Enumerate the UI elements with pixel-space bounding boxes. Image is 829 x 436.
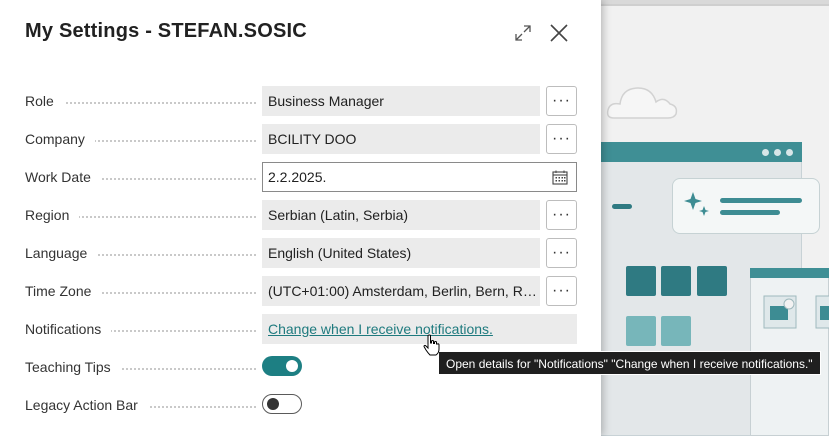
setting-row-work-date: Work Date 2.2.2025. xyxy=(25,162,577,192)
box-icon xyxy=(815,295,829,329)
illustration-tile xyxy=(661,316,691,346)
illustration-card-bar xyxy=(600,142,802,162)
illustration-line xyxy=(720,198,802,203)
notifications-label: Notifications xyxy=(25,321,112,337)
close-button[interactable] xyxy=(546,20,572,46)
region-label: Region xyxy=(25,207,80,223)
illustration-tile xyxy=(697,266,727,296)
expand-button[interactable] xyxy=(510,20,536,46)
setting-row-language: Language English (United States) ··· xyxy=(25,238,577,268)
expand-icon xyxy=(515,25,531,41)
notifications-tooltip: Open details for "Notifications" "Change… xyxy=(438,351,821,375)
teaching-tips-toggle[interactable] xyxy=(262,356,302,376)
time-zone-label: Time Zone xyxy=(25,283,102,299)
box-icon xyxy=(763,295,797,329)
region-lookup-button[interactable]: ··· xyxy=(546,200,577,230)
work-date-value: 2.2.2025. xyxy=(268,169,327,185)
work-date-label: Work Date xyxy=(25,169,101,185)
sparkle-icon xyxy=(684,192,709,216)
time-zone-lookup-button[interactable]: ··· xyxy=(546,276,577,306)
illustration-panel-bar xyxy=(750,268,829,278)
role-label: Role xyxy=(25,93,64,109)
illustration-dot xyxy=(786,149,793,156)
setting-row-region: Region Serbian (Latin, Serbia) ··· xyxy=(25,200,577,230)
illustration-dot xyxy=(762,149,769,156)
notifications-field: Change when I receive notifications. xyxy=(262,314,577,344)
company-label: Company xyxy=(25,131,95,147)
region-field[interactable]: Serbian (Latin, Serbia) xyxy=(262,200,540,230)
cloud-illustration xyxy=(606,87,678,119)
teaching-tips-label: Teaching Tips xyxy=(25,359,121,375)
illustration-tile xyxy=(661,266,691,296)
language-field[interactable]: English (United States) xyxy=(262,238,540,268)
setting-row-role: Role Business Manager ··· xyxy=(25,86,577,116)
company-field[interactable]: BCILITY DOO xyxy=(262,124,540,154)
calendar-icon[interactable] xyxy=(552,170,568,185)
legacy-action-bar-label: Legacy Action Bar xyxy=(25,397,148,413)
role-lookup-button[interactable]: ··· xyxy=(546,86,577,116)
role-field[interactable]: Business Manager xyxy=(262,86,540,116)
setting-row-legacy-action-bar: Legacy Action Bar xyxy=(25,390,577,420)
setting-row-time-zone: Time Zone (UTC+01:00) Amsterdam, Berlin,… xyxy=(25,276,577,306)
language-label: Language xyxy=(25,245,98,261)
work-date-input[interactable]: 2.2.2025. xyxy=(262,162,577,192)
change-notifications-link[interactable]: Change when I receive notifications. xyxy=(268,321,493,337)
hand-cursor-icon xyxy=(423,334,440,356)
dialog-title: My Settings - STEFAN.SOSIC xyxy=(25,20,307,42)
illustration-tile xyxy=(626,316,656,346)
illustration-dot xyxy=(774,149,781,156)
setting-row-company: Company BCILITY DOO ··· xyxy=(25,124,577,154)
close-icon xyxy=(550,24,568,42)
illustration-line xyxy=(612,204,632,209)
illustration-tile xyxy=(626,266,656,296)
time-zone-field[interactable]: (UTC+01:00) Amsterdam, Berlin, Bern, Rom… xyxy=(262,276,540,306)
company-lookup-button[interactable]: ··· xyxy=(546,124,577,154)
legacy-action-bar-toggle[interactable] xyxy=(262,394,302,414)
illustration-line xyxy=(720,210,780,215)
setting-row-notifications: Notifications Change when I receive noti… xyxy=(25,314,577,344)
language-lookup-button[interactable]: ··· xyxy=(546,238,577,268)
